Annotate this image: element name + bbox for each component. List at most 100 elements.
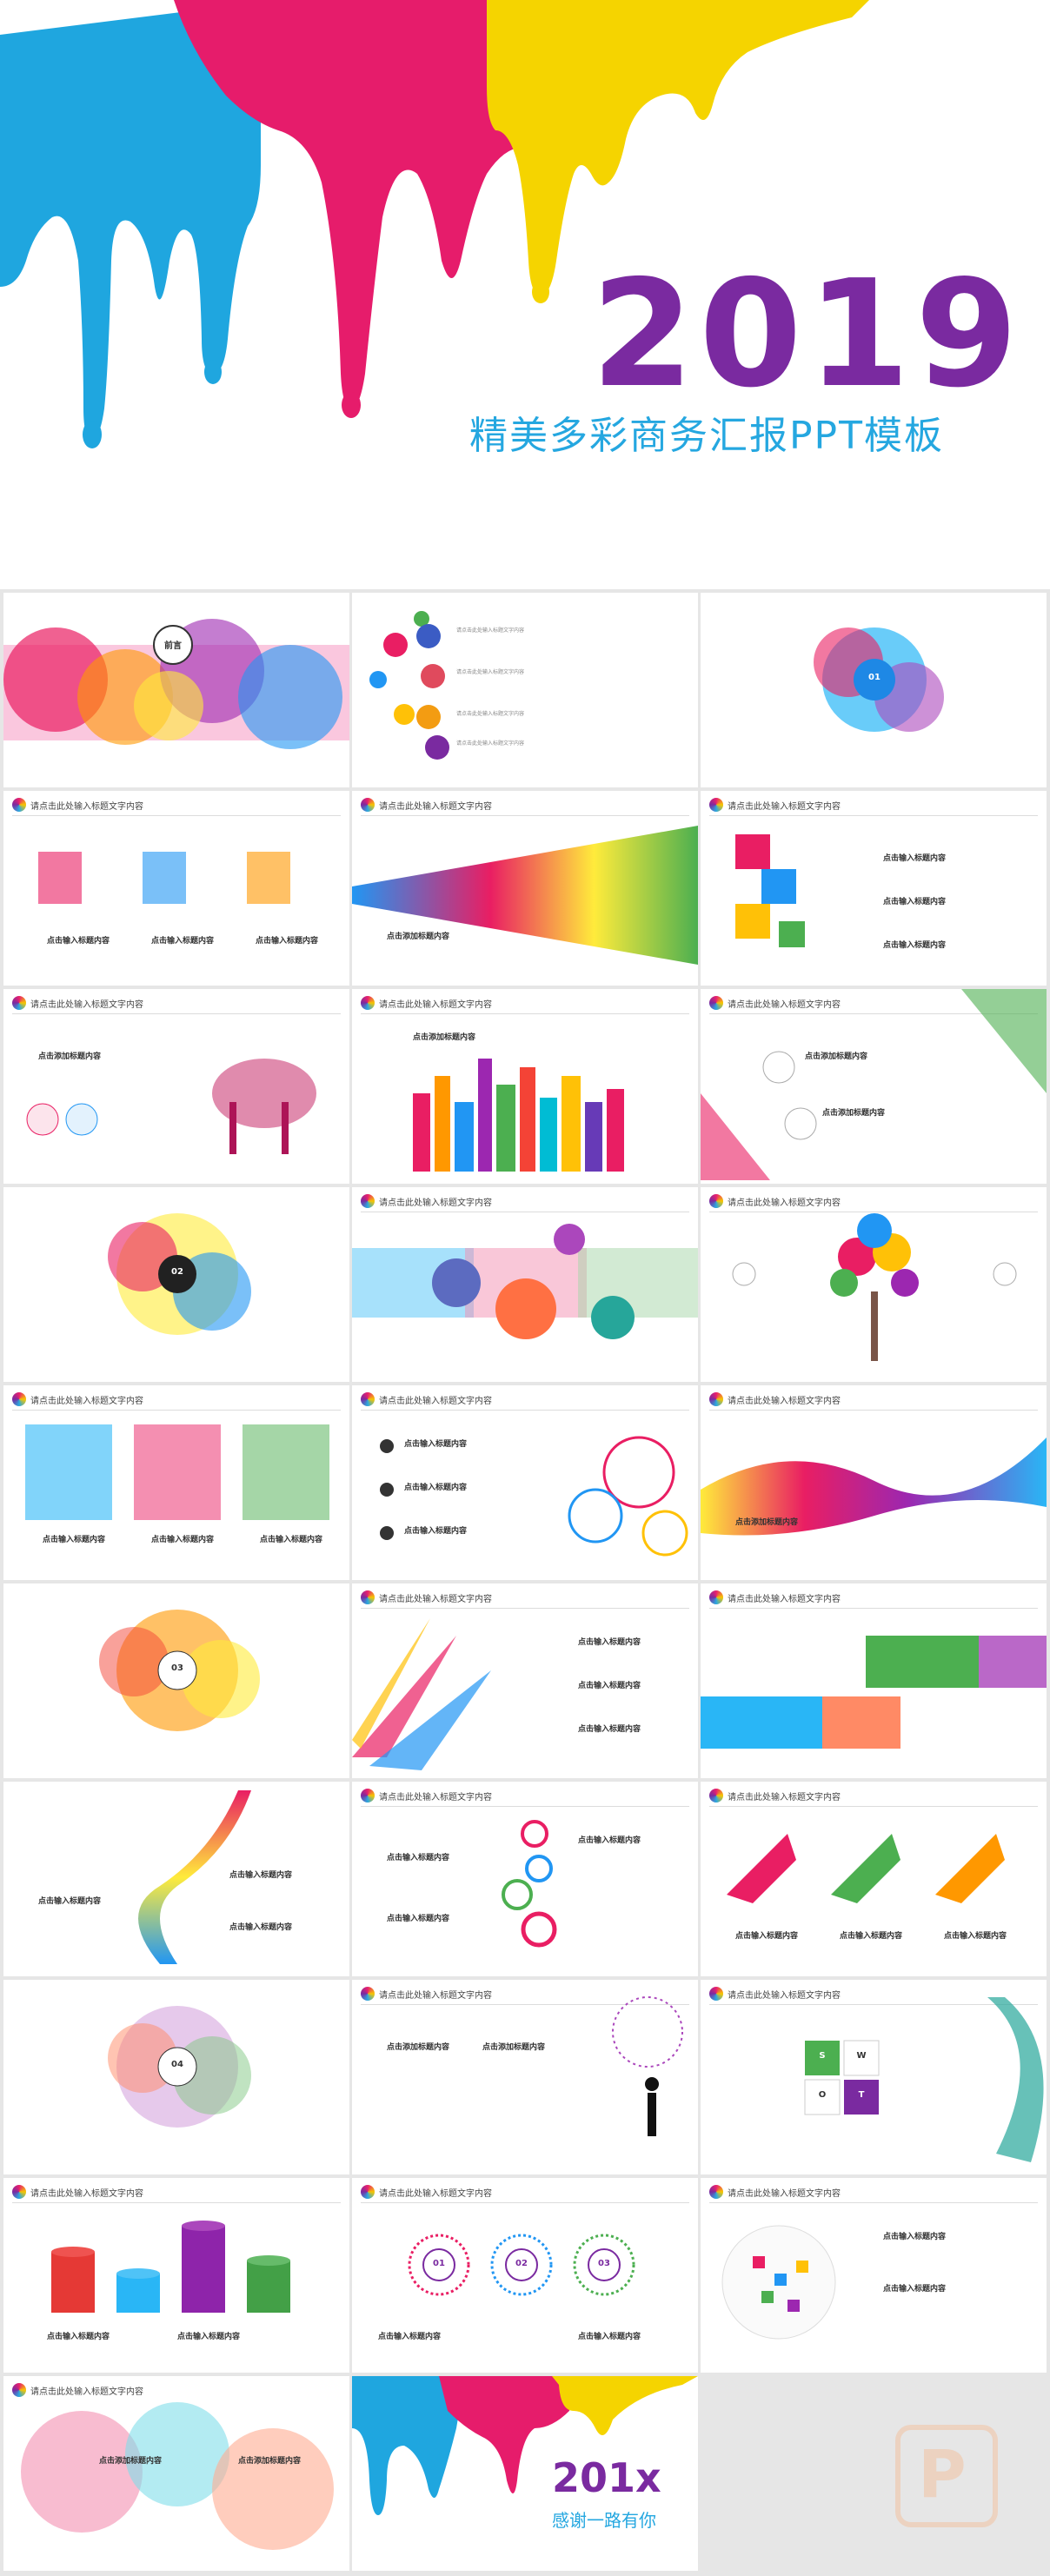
item-title: 点击输入标题内容 <box>578 1682 641 1690</box>
slide-spheres[interactable]: 请点击此处输入标题文字内容 <box>352 1187 698 1382</box>
rainbow-ribbon-art <box>352 826 698 965</box>
color-burst-art <box>352 1618 491 1770</box>
slide-ending[interactable]: 201x 感谢一路有你 <box>352 2376 698 2571</box>
slide-cubes-corners[interactable]: 请点击此处输入标题文字内容 点击添加标题内容 点击添加标题内容 <box>701 989 1047 1184</box>
number-03: 03 <box>598 2259 610 2268</box>
item-title: 点击输入标题内容 <box>151 1536 215 1544</box>
item-title: 点击输入标题内容 <box>578 1638 641 1647</box>
item-title: 点击添加标题内容 <box>822 1109 886 1118</box>
preface-title: 前言 <box>164 641 182 651</box>
item-title: 点击输入标题内容 <box>578 2333 641 2341</box>
item-title: 点击输入标题内容 <box>378 2333 442 2341</box>
slide-ink[interactable]: 请点击此处输入标题文字内容 点击添加标题内容 点击添加标题内容 <box>3 2376 349 2571</box>
slide-preface[interactable]: 前言 <box>3 593 349 787</box>
item-title: 点击输入标题内容 <box>151 937 215 946</box>
slide-smoke[interactable]: 请点击此处输入标题文字内容 点击添加标题内容 <box>701 1385 1047 1580</box>
item-title: 点击添加标题内容 <box>482 2043 546 2052</box>
item-title: 点击输入标题内容 <box>177 2333 241 2341</box>
rainbow-smoke-art <box>701 1437 1047 1536</box>
slide-ribbon-list[interactable]: 点击输入标题内容 点击输入标题内容 点击输入标题内容 <box>3 1782 349 1976</box>
cubes-art <box>38 852 290 904</box>
city-skyline-art <box>413 1059 624 1172</box>
mosaic-sphere-art <box>721 2225 836 2340</box>
swot-art <box>804 1997 1044 2162</box>
ribbon-art <box>138 1790 251 1964</box>
slide-three-items[interactable]: 请点击此处输入标题文字内容 点击输入标题内容 点击输入标题内容 点击输入标题内容 <box>3 791 349 986</box>
slide-contents[interactable]: 请点击此处输入标题文字内容 请点击此处输入标题文字内容 请点击此处输入标题文字内… <box>352 593 698 787</box>
section-number: 04 <box>171 2060 183 2069</box>
slide-cylinders[interactable]: 请点击此处输入标题文字内容 点击输入标题内容 点击输入标题内容 <box>3 2178 349 2373</box>
item-title: 点击输入标题内容 <box>944 1932 1007 1941</box>
ink-art <box>21 2402 334 2550</box>
number-02: 02 <box>515 2259 528 2268</box>
slide-fireworks[interactable]: 请点击此处输入标题文字内容 01 02 03 点击输入标题内容 点击输入标题内容 <box>352 2178 698 2373</box>
item-title: 点击输入标题内容 <box>47 2333 110 2341</box>
item-title: 点击输入标题内容 <box>260 1536 323 1544</box>
slide-city[interactable]: 请点击此处输入标题文字内容 点击添加标题内容 <box>352 989 698 1184</box>
swot-t: T <box>858 2090 865 2100</box>
spheres-art <box>352 1224 698 1339</box>
item-title: 点击输入标题内容 <box>256 937 319 946</box>
slide-deer[interactable]: 请点击此处输入标题文字内容 点击添加标题内容 <box>3 989 349 1184</box>
section-number: 02 <box>171 1267 183 1277</box>
slide-section-02[interactable]: 02 <box>3 1187 349 1382</box>
slide-three-arrows[interactable]: 请点击此处输入标题文字内容 点击输入标题内容 点击输入标题内容 点击输入标题内容 <box>701 1782 1047 1976</box>
contents-item-1: 请点击此处输入标题文字内容 <box>456 627 525 634</box>
slide-section-04[interactable]: 04 <box>3 1980 349 2174</box>
watermark-logo: P <box>895 2425 998 2527</box>
item-title: 点击输入标题内容 <box>43 1536 106 1544</box>
ink-splash-art <box>3 619 349 749</box>
item-title: 点击输入标题内容 <box>578 1836 641 1845</box>
slide-cubes-list[interactable]: 请点击此处输入标题文字内容 点击输入标题内容 点击输入标题内容 点击输入标题内容 <box>701 791 1047 986</box>
slide-three-panels[interactable]: 请点击此处输入标题文字内容 点击输入标题内容 点击输入标题内容 点击输入标题内容 <box>3 1385 349 1580</box>
slide-boxes[interactable]: 请点击此处输入标题文字内容 <box>701 1583 1047 1778</box>
corner-cubes-art <box>701 989 1047 1180</box>
slide-section-01[interactable]: 01 <box>701 593 1047 787</box>
section-number: 01 <box>868 673 881 682</box>
item-title: 点击输入标题内容 <box>840 1932 903 1941</box>
slide-burst[interactable]: 请点击此处输入标题文字内容 点击输入标题内容 点击输入标题内容 点击输入标题内容 <box>352 1583 698 1778</box>
slide-sphere[interactable]: 请点击此处输入标题文字内容 点击输入标题内容 点击输入标题内容 <box>701 2178 1047 2373</box>
slide-tree[interactable]: 请点击此处输入标题文字内容 <box>701 1187 1047 1382</box>
item-title: 点击添加标题内容 <box>38 1052 102 1061</box>
item-title: 点击输入标题内容 <box>883 898 947 906</box>
item-title: 点击输入标题内容 <box>883 941 947 950</box>
swot-w: W <box>856 2051 867 2061</box>
splash-art <box>108 2006 251 2128</box>
item-title: 点击输入标题内容 <box>404 1484 468 1492</box>
slide-two-columns[interactable]: 请点击此处输入标题文字内容 点击添加标题内容 点击添加标题内容 <box>352 1980 698 2174</box>
slide-section-03[interactable]: 03 <box>3 1583 349 1778</box>
item-title: 点击输入标题内容 <box>883 2233 947 2241</box>
cubes-art <box>735 834 805 947</box>
item-title: 点击添加标题内容 <box>387 933 450 941</box>
silhouette-art <box>612 1996 683 2136</box>
item-title: 点击添加标题内容 <box>413 1033 476 1042</box>
rings-art <box>502 1820 557 1948</box>
contents-item-3: 请点击此处输入标题文字内容 <box>456 711 525 717</box>
item-title: 点击输入标题内容 <box>387 1915 450 1923</box>
item-title: 点击输入标题内容 <box>404 1527 468 1536</box>
slide-ribbon[interactable]: 请点击此处输入标题文字内容 点击添加标题内容 <box>352 791 698 986</box>
item-title: 点击添加标题内容 <box>735 1518 799 1527</box>
slide-circles-list[interactable]: 请点击此处输入标题文字内容 点击输入标题内容 点击输入标题内容 点击输入标题内容 <box>352 1385 698 1580</box>
deer-art <box>26 1059 316 1154</box>
ending-year: 201x <box>552 2454 661 2501</box>
item-title: 点击输入标题内容 <box>578 1725 641 1734</box>
slide-numbered-rings[interactable]: 请点击此处输入标题文字内容 点击输入标题内容 点击输入标题内容 点击输入标题内容 <box>352 1782 698 1976</box>
slide-swot[interactable]: 请点击此处输入标题文字内容 S W O T <box>701 1980 1047 2174</box>
tree-art <box>732 1213 1017 1361</box>
item-title: 点击输入标题内容 <box>47 937 110 946</box>
hero-slide: 2019 精美多彩商务汇报PPT模板 <box>0 0 1050 589</box>
section-number: 03 <box>171 1663 183 1673</box>
contents-item-4: 请点击此处输入标题文字内容 <box>456 740 525 747</box>
item-title: 点击输入标题内容 <box>38 1897 102 1906</box>
music-notes-art <box>369 611 449 760</box>
boxes-art <box>701 1636 1047 1749</box>
item-title: 点击添加标题内容 <box>238 2457 302 2466</box>
item-title: 点击输入标题内容 <box>229 1871 293 1880</box>
arrows-art <box>727 1834 1005 1903</box>
hero-subtitle: 精美多彩商务汇报PPT模板 <box>469 414 944 458</box>
cylinders-art <box>51 2221 290 2313</box>
swot-s: S <box>819 2051 826 2061</box>
swot-o: O <box>818 2090 827 2100</box>
